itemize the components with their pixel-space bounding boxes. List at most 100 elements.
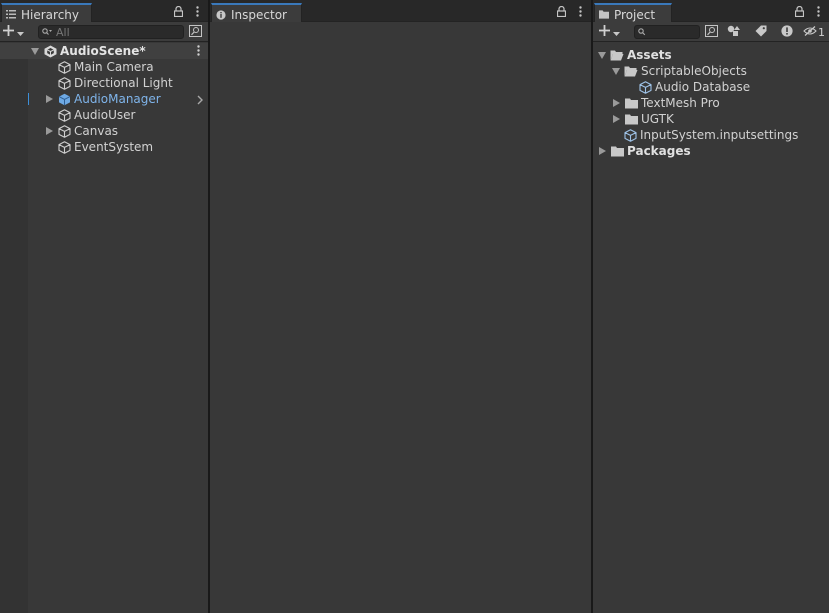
shapes-icon [727, 25, 741, 40]
hierarchy-item-label: AudioUser [74, 108, 136, 122]
search-icon [638, 25, 646, 39]
search-scene-icon [188, 24, 202, 40]
project-item-label: ScriptableObjects [641, 64, 747, 78]
project-search-input[interactable] [646, 26, 699, 38]
plus-icon [599, 25, 610, 39]
plus-icon [3, 25, 14, 39]
expand-arrow-icon[interactable] [611, 66, 621, 76]
tag-icon [755, 25, 767, 40]
hierarchy-item-label: EventSystem [74, 140, 154, 154]
gameobject-cube-icon [57, 140, 71, 154]
tab-hierarchy[interactable]: Hierarchy [1, 3, 93, 23]
hidden-packages-toggle[interactable]: 1 [803, 25, 829, 39]
lock-icon[interactable] [173, 5, 183, 17]
expand-arrow-icon[interactable] [597, 50, 607, 60]
folder-icon [624, 97, 638, 109]
hierarchy-item-directional-light[interactable]: Directional Light [0, 75, 208, 91]
gameobject-cube-icon [57, 60, 71, 74]
log-filter-button[interactable] [779, 24, 795, 40]
tab-label: Project [614, 7, 656, 22]
inspector-panel: Inspector [210, 0, 591, 613]
hierarchy-item-label: AudioManager [74, 92, 161, 106]
project-toolbar: 1 [593, 22, 829, 42]
tab-project[interactable]: Project [594, 3, 673, 23]
project-item-packages[interactable]: Packages [593, 143, 829, 159]
scene-kebab-menu-icon[interactable] [197, 45, 200, 59]
open-folder-icon [624, 65, 638, 77]
hierarchy-item-event-system[interactable]: EventSystem [0, 139, 208, 155]
folder-icon [599, 10, 609, 20]
chevron-right-icon[interactable] [197, 94, 203, 108]
eye-hidden-icon [803, 25, 817, 39]
tab-inspector[interactable]: Inspector [211, 3, 302, 23]
info-icon [216, 9, 226, 20]
dropdown-arrow-icon [17, 25, 24, 39]
project-item-textmesh-pro[interactable]: TextMesh Pro [593, 95, 829, 111]
gameobject-cube-icon [57, 76, 71, 90]
expand-arrow-icon[interactable] [30, 46, 40, 56]
project-tree: Assets ScriptableObjects Audio Database [593, 47, 829, 159]
hierarchy-item-label: Directional Light [74, 76, 173, 90]
gameobject-cube-icon [57, 108, 71, 122]
project-item-label: InputSystem.inputsettings [640, 128, 799, 142]
hierarchy-item-audio-user[interactable]: AudioUser [0, 107, 208, 123]
open-folder-icon [610, 49, 624, 61]
filter-by-type-button[interactable] [726, 25, 742, 39]
kebab-menu-icon[interactable] [575, 5, 585, 17]
gameobject-cube-icon [57, 124, 71, 138]
tab-label: Inspector [231, 7, 287, 22]
scriptable-object-icon [623, 128, 637, 142]
list-icon [6, 10, 16, 20]
scene-row[interactable]: AudioScene* [0, 43, 208, 59]
hierarchy-item-canvas[interactable]: Canvas [0, 123, 208, 139]
project-panel: Project 1 Assets ScriptableObjects Audio… [593, 0, 829, 613]
project-item-label: Audio Database [655, 80, 751, 94]
scene-label: AudioScene* [60, 44, 146, 58]
collapsed-arrow-icon[interactable] [44, 94, 54, 104]
project-item-label: Assets [627, 48, 672, 62]
scene-search-button[interactable] [187, 24, 203, 40]
search-icon [42, 25, 52, 39]
hierarchy-item-label: Main Camera [74, 60, 154, 74]
filter-by-label-button[interactable] [753, 25, 769, 39]
inspector-content [210, 22, 591, 613]
project-item-ugtk[interactable]: UGTK [593, 111, 829, 127]
unity-scene-icon [43, 44, 57, 58]
project-item-assets[interactable]: Assets [593, 47, 829, 63]
hierarchy-search-input[interactable] [52, 26, 183, 38]
hierarchy-item-label: Canvas [74, 124, 119, 138]
kebab-menu-icon[interactable] [813, 5, 823, 17]
project-item-scriptable-objects[interactable]: ScriptableObjects [593, 63, 829, 79]
warning-circle-icon [781, 24, 793, 40]
hierarchy-panel: Hierarchy All AudioScene* Main Camera Di… [0, 0, 208, 613]
collapsed-arrow-icon[interactable] [44, 126, 54, 136]
search-scope-button[interactable] [703, 24, 719, 39]
dropdown-arrow-icon [613, 25, 620, 39]
collapsed-arrow-icon[interactable] [611, 98, 621, 108]
folder-icon [624, 113, 638, 125]
collapsed-arrow-icon[interactable] [597, 146, 607, 156]
hierarchy-search[interactable] [38, 25, 184, 39]
folder-icon [610, 145, 624, 157]
project-item-label: TextMesh Pro [641, 96, 720, 110]
lock-icon[interactable] [556, 5, 566, 17]
inspector-tabbar: Inspector [210, 0, 591, 23]
hierarchy-item-audio-manager[interactable]: AudioManager [0, 91, 208, 107]
collapsed-arrow-icon[interactable] [611, 114, 621, 124]
create-button[interactable] [3, 25, 24, 39]
hidden-count: 1 [818, 25, 825, 39]
project-item-label: UGTK [641, 112, 674, 126]
create-button[interactable] [599, 25, 620, 39]
project-tabbar: Project [593, 0, 829, 23]
project-item-input-settings[interactable]: InputSystem.inputsettings [593, 127, 829, 143]
kebab-menu-icon[interactable] [192, 5, 202, 17]
tab-label: Hierarchy [21, 7, 80, 22]
prefab-cube-icon [57, 92, 71, 106]
selection-indicator [28, 93, 29, 105]
lock-icon[interactable] [794, 5, 804, 17]
project-item-label: Packages [627, 144, 691, 158]
project-item-audio-database[interactable]: Audio Database [593, 79, 829, 95]
hierarchy-tabbar: Hierarchy [0, 0, 208, 23]
project-search[interactable] [634, 25, 700, 39]
hierarchy-item-main-camera[interactable]: Main Camera [0, 59, 208, 75]
